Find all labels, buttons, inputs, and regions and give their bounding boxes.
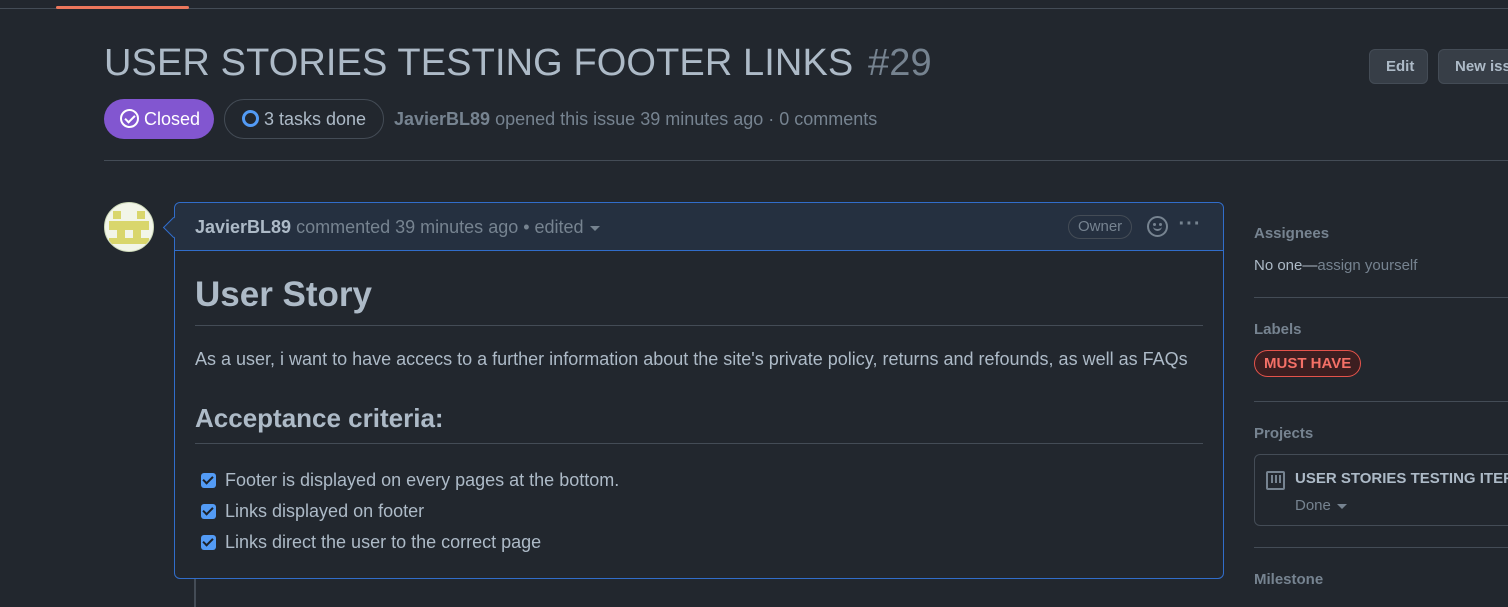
task-item: Links displayed on footer [201,501,424,522]
task-item: Links direct the user to the correct pag… [201,532,541,553]
owner-badge: Owner [1068,215,1133,239]
heading-rule [195,443,1203,444]
milestone-heading[interactable]: Milestone [1254,571,1323,588]
task-checkbox[interactable] [201,473,216,488]
comment-paragraph: As a user, i want to have accecs to a fu… [195,349,1188,369]
task-checkbox[interactable] [201,535,216,550]
labels-heading[interactable]: Labels [1254,321,1302,338]
avatar-pixel [133,230,141,238]
kebab-menu-icon[interactable]: ··· [1178,214,1202,237]
task-item: Footer is displayed on every pages at th… [201,470,619,491]
project-status-dropdown[interactable]: Done [1295,497,1347,514]
avatar-pixel [137,211,145,219]
header-divider [104,160,1508,161]
smiley-icon[interactable] [1147,216,1168,237]
assignees-value: No one—assign yourself [1254,257,1417,274]
projects-heading[interactable]: Projects [1254,425,1313,442]
state-badge: Closed [104,99,214,139]
task-label: Links displayed on footer [225,501,425,521]
check-circle-icon [120,109,139,128]
comment-meta-text[interactable]: commented 39 minutes ago • edited [296,217,583,237]
label-badge[interactable]: MUST HAVE [1254,350,1362,377]
avatar[interactable] [104,202,154,252]
edit-button[interactable]: Edit [1369,49,1428,84]
comment-author-link[interactable]: JavierBL89 [195,217,291,237]
comment-meta: JavierBL89 commented 39 minutes ago • ed… [195,217,600,238]
active-tab-indicator [56,6,189,9]
sidebar-divider [1254,401,1508,402]
comment-heading: User Story [195,275,373,314]
assignees-heading[interactable]: Assignees [1254,225,1329,242]
task-label: Links direct the user to the correct pag… [225,532,542,552]
issue-title-text: USER STORIES TESTING FOOTER LINKS [104,42,854,84]
project-board-icon [1266,471,1285,490]
top-nav-bar [0,0,1508,9]
avatar-pixel [109,238,149,244]
task-checkbox[interactable] [201,504,216,519]
sidebar-divider [1254,297,1508,298]
project-name-link[interactable]: USER STORIES TESTING ITERATION [1295,470,1508,487]
tasks-label: 3 tasks done [264,109,367,129]
issue-opened-text: opened this issue 39 minutes ago · 0 com… [495,109,878,129]
issue-title: USER STORIES TESTING FOOTER LINKS #29 [104,42,932,85]
issue-number: #29 [868,42,932,84]
timeline-line [194,579,196,607]
sidebar-divider [1254,547,1508,548]
comment-header: JavierBL89 commented 39 minutes ago • ed… [175,203,1223,251]
avatar-pixel [109,221,149,230]
assign-yourself-link[interactable]: assign yourself [1317,257,1417,274]
heading-rule [195,325,1203,326]
state-label: Closed [144,109,201,129]
project-status-label: Done [1295,497,1331,514]
chevron-down-icon[interactable] [589,225,600,231]
avatar-pixel [113,211,121,219]
avatar-pixel [117,230,125,238]
issue-meta: JavierBL89 opened this issue 39 minutes … [394,109,877,130]
tasks-progress-badge[interactable]: 3 tasks done [224,99,384,139]
issue-author-link[interactable]: JavierBL89 [394,109,490,129]
assignees-none: No one— [1254,257,1318,274]
task-label: Footer is displayed on every pages at th… [225,470,620,490]
comment-box: JavierBL89 commented 39 minutes ago • ed… [174,202,1224,579]
project-card: USER STORIES TESTING ITERATION Done [1254,454,1508,526]
chevron-down-icon [1336,503,1347,509]
progress-ring-icon [242,110,259,127]
criteria-heading: Acceptance criteria: [195,403,444,433]
new-issue-button[interactable]: New issue [1438,49,1508,84]
